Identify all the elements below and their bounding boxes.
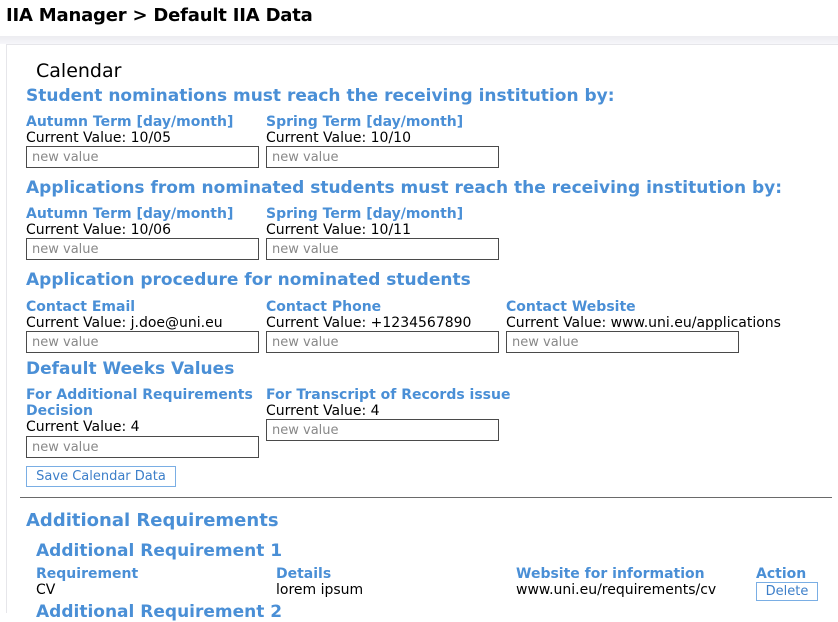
nominations-spring-current: Current Value: 10/10 — [266, 130, 411, 146]
col-requirement-label: Requirement — [36, 566, 139, 582]
nominations-spring-label: Spring Term [day/month] — [266, 114, 464, 130]
applications-heading: Applications from nominated students mus… — [26, 178, 783, 198]
save-calendar-button[interactable]: Save Calendar Data — [26, 466, 176, 487]
section-divider — [20, 497, 832, 498]
procedure-heading: Application procedure for nominated stud… — [26, 270, 471, 290]
applications-spring-input[interactable] — [266, 238, 499, 260]
contact-website-input[interactable] — [506, 331, 739, 353]
weeks-transcript-current: Current Value: 4 — [266, 403, 380, 419]
weeks-additional-input[interactable] — [26, 436, 259, 458]
contact-phone-current: Current Value: +1234567890 — [266, 315, 472, 331]
applications-autumn-input[interactable] — [26, 238, 259, 260]
applications-spring-label: Spring Term [day/month] — [266, 206, 464, 222]
contact-website-label: Contact Website — [506, 299, 636, 315]
additional-requirement-next-title: Additional Requirement 2 — [36, 602, 283, 622]
contact-email-input[interactable] — [26, 331, 259, 353]
contact-email-label: Contact Email — [26, 299, 136, 315]
weeks-additional-label-line1: For Additional Requirements — [26, 387, 253, 403]
details-value: lorem ipsum — [276, 582, 364, 598]
breadcrumb: IIA Manager > Default IIA Data — [6, 5, 313, 26]
contact-website-current: Current Value: www.uni.eu/applications — [506, 315, 781, 331]
additional-requirement-title: Additional Requirement 1 — [36, 541, 283, 561]
contact-email-current: Current Value: j.doe@uni.eu — [26, 315, 223, 331]
applications-spring-current: Current Value: 10/11 — [266, 222, 411, 238]
applications-autumn-label: Autumn Term [day/month] — [26, 206, 234, 222]
website-value: www.uni.eu/requirements/cv — [516, 582, 717, 598]
delete-requirement-button[interactable]: Delete — [756, 582, 818, 601]
weeks-heading: Default Weeks Values — [26, 359, 235, 379]
requirement-value: CV — [36, 582, 56, 598]
top-bar-shadow — [0, 36, 838, 44]
nominations-autumn-label: Autumn Term [day/month] — [26, 114, 234, 130]
contact-phone-label: Contact Phone — [266, 299, 382, 315]
nominations-heading: Student nominations must reach the recei… — [26, 86, 615, 106]
col-details-label: Details — [276, 566, 332, 582]
weeks-transcript-label: For Transcript of Records issue — [266, 387, 511, 403]
contact-phone-input[interactable] — [266, 331, 499, 353]
weeks-additional-current: Current Value: 4 — [26, 419, 140, 435]
col-action-label: Action — [756, 566, 807, 582]
nominations-autumn-input[interactable] — [26, 146, 259, 168]
weeks-transcript-input[interactable] — [266, 419, 499, 441]
nominations-autumn-current: Current Value: 10/05 — [26, 130, 171, 146]
top-bar: IIA Manager > Default IIA Data — [0, 0, 838, 36]
col-website-label: Website for information — [516, 566, 705, 582]
applications-autumn-current: Current Value: 10/06 — [26, 222, 171, 238]
calendar-title: Calendar — [36, 60, 122, 82]
weeks-additional-label-line2: Decision — [26, 403, 93, 419]
nominations-spring-input[interactable] — [266, 146, 499, 168]
additional-requirements-heading: Additional Requirements — [26, 510, 279, 531]
